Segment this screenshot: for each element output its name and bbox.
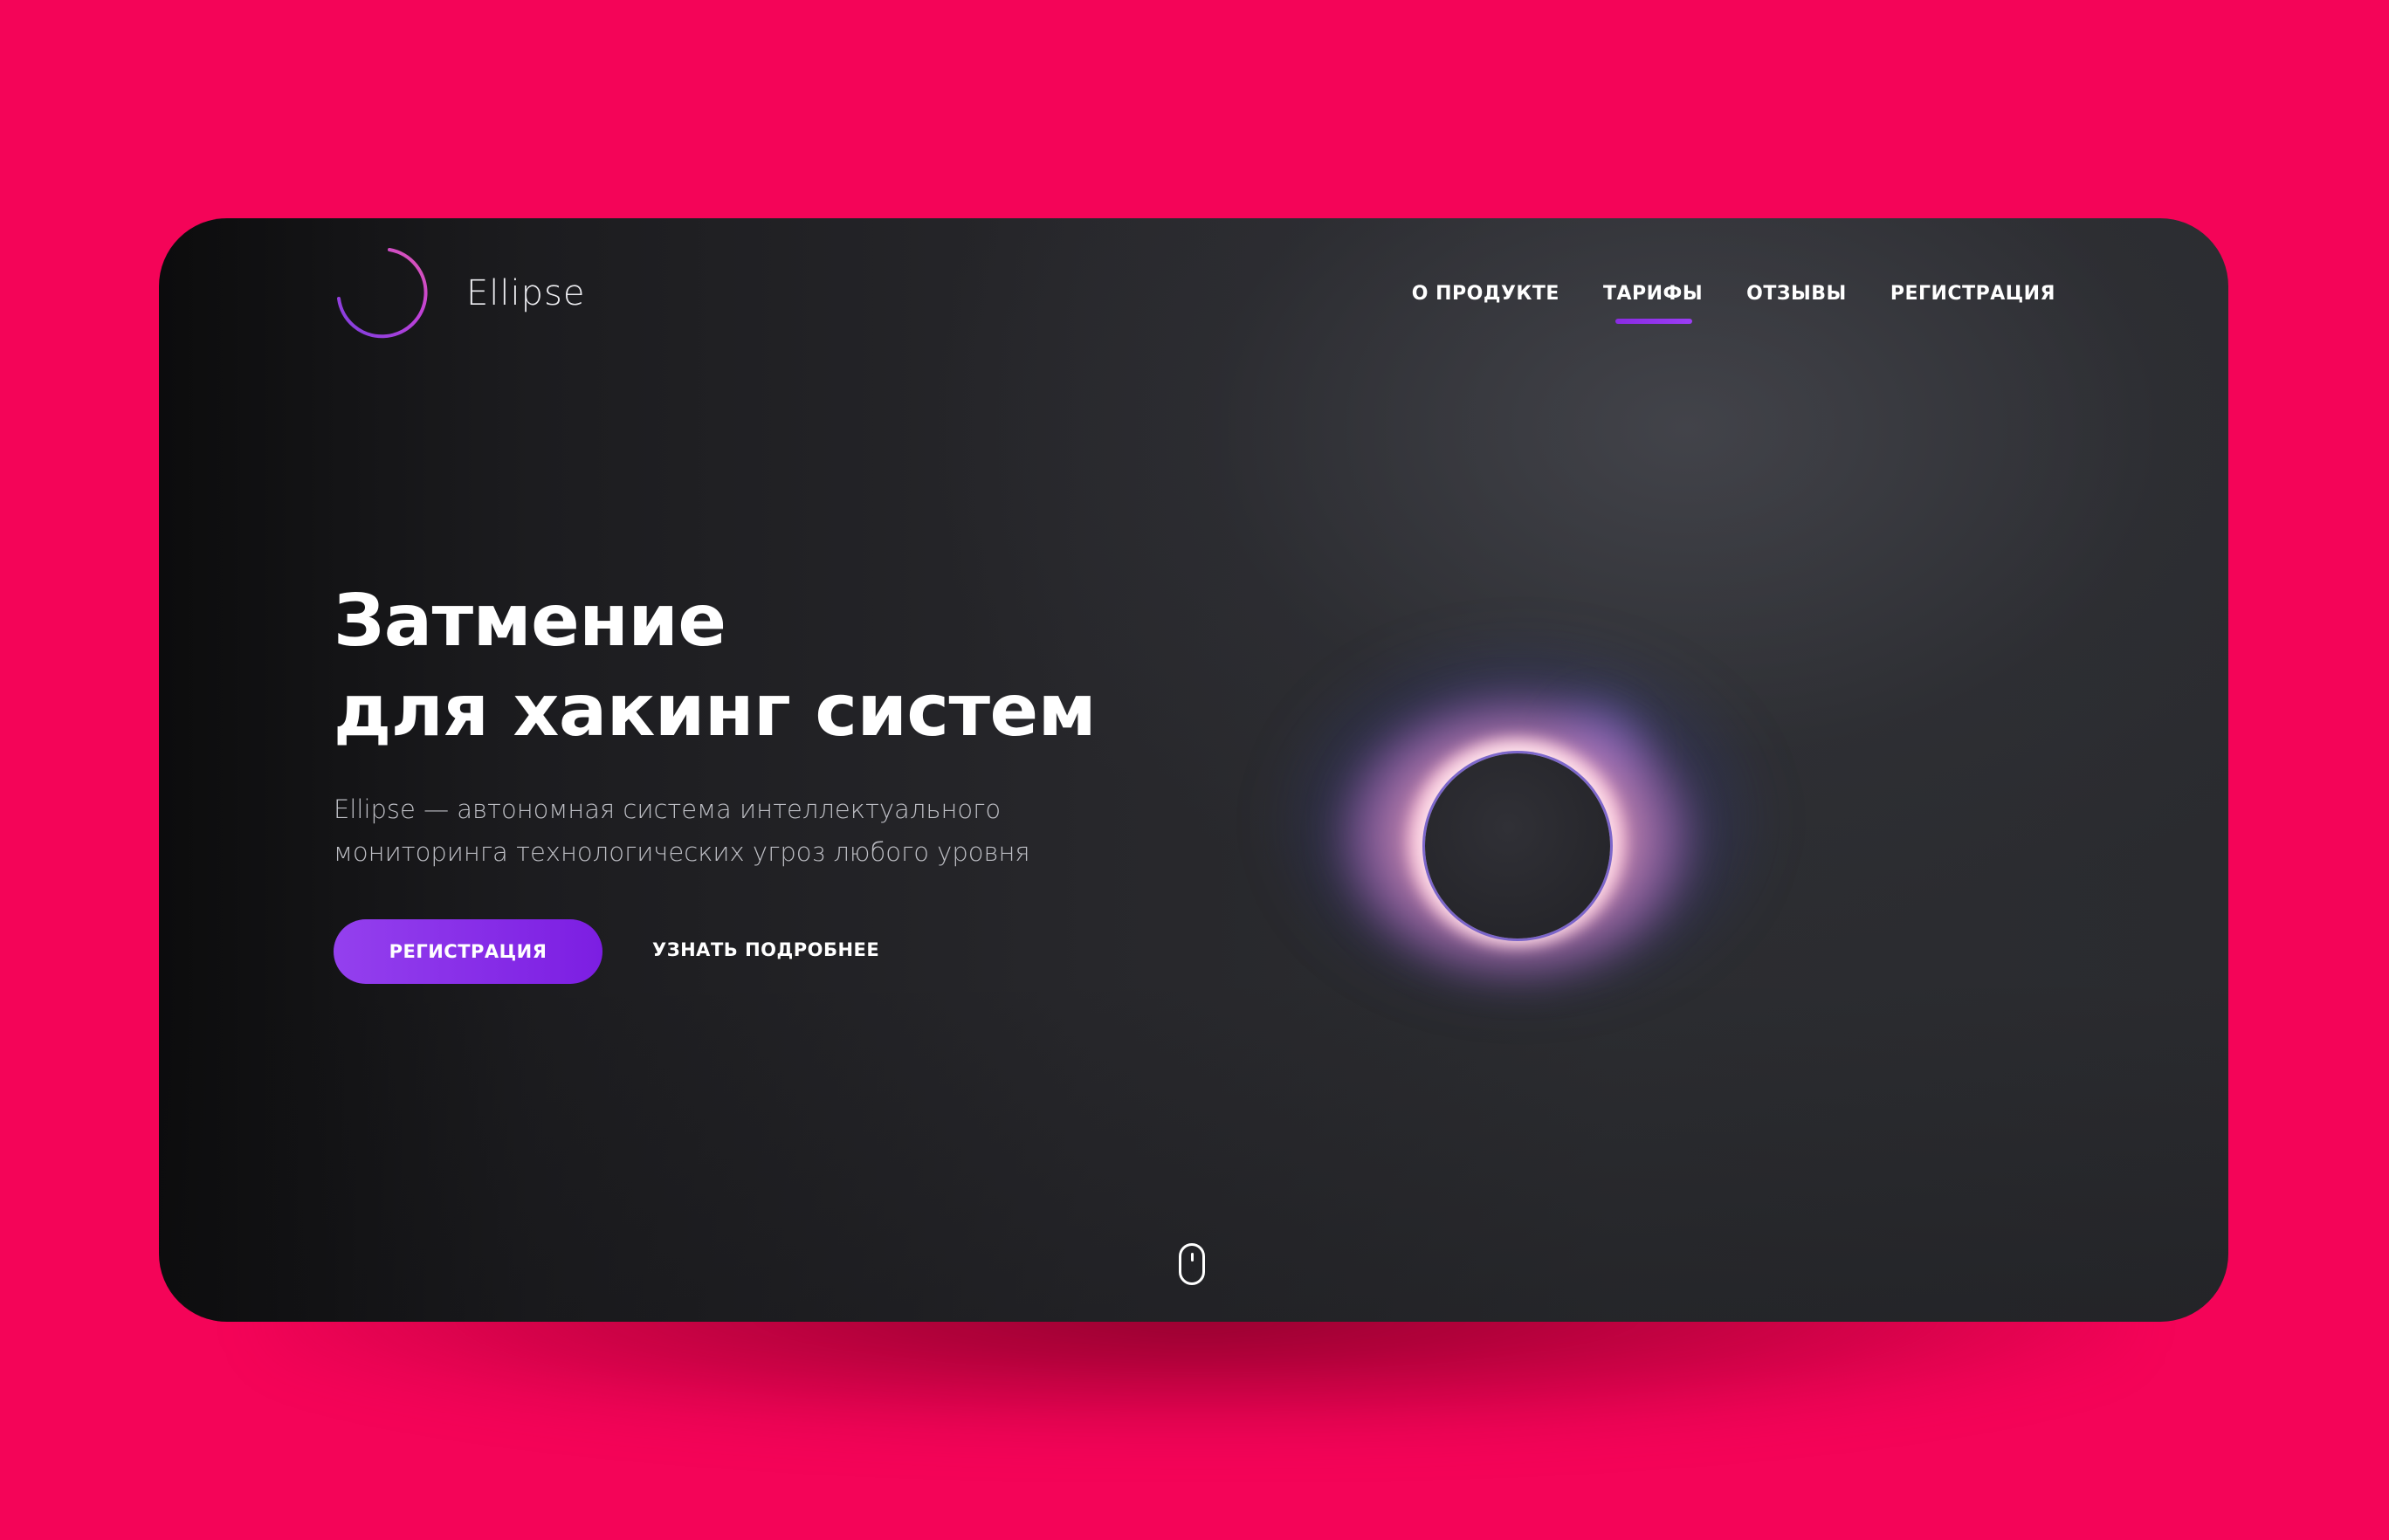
brand-name: Ellipse	[466, 273, 586, 313]
nav-item-pricing-label: ТАРИФЫ	[1602, 283, 1704, 305]
nav-item-registration[interactable]: РЕГИСТРАЦИЯ	[1890, 283, 2055, 305]
landing-card: Ellipse О ПРОДУКТЕ ТАРИФЫ ОТЗЫВЫ РЕГИСТР…	[159, 218, 2228, 1322]
hero-subtitle-line-2: мониторинга технологических угроз любого…	[334, 837, 1030, 867]
learn-more-link[interactable]: УЗНАТЬ ПОДРОБНЕЕ	[652, 939, 879, 960]
hero-subtitle-line-1: Ellipse — автономная система интеллектуа…	[334, 794, 1002, 824]
mouse-scroll-icon[interactable]	[1179, 1243, 1205, 1285]
hero-subtitle: Ellipse — автономная система интеллектуа…	[334, 788, 1119, 874]
hero-title-line-1: Затмение	[334, 580, 726, 663]
register-button[interactable]: РЕГИСТРАЦИЯ	[334, 919, 602, 984]
hero-title-line-2: для хакинг систем	[334, 670, 1097, 753]
mouse-scroll-wheel	[1190, 1253, 1194, 1262]
nav-item-pricing[interactable]: ТАРИФЫ	[1602, 283, 1704, 324]
main-nav: О ПРОДУКТЕ ТАРИФЫ ОТЗЫВЫ РЕГИСТРАЦИЯ	[1412, 283, 2055, 324]
solar-eclipse-illustration	[1250, 602, 1774, 1056]
nav-item-reviews[interactable]: ОТЗЫВЫ	[1746, 283, 1847, 305]
eclipse-moon-disc	[1425, 753, 1610, 938]
hero-title: Затмение для хакинг систем	[334, 576, 1097, 756]
nav-active-indicator	[1614, 319, 1693, 324]
page-background: Ellipse О ПРОДУКТЕ ТАРИФЫ ОТЗЫВЫ РЕГИСТР…	[0, 0, 2389, 1540]
nav-item-about[interactable]: О ПРОДУКТЕ	[1412, 283, 1559, 305]
ellipse-arc-logo-icon	[337, 248, 428, 339]
brand-logo[interactable]: Ellipse	[334, 244, 585, 342]
